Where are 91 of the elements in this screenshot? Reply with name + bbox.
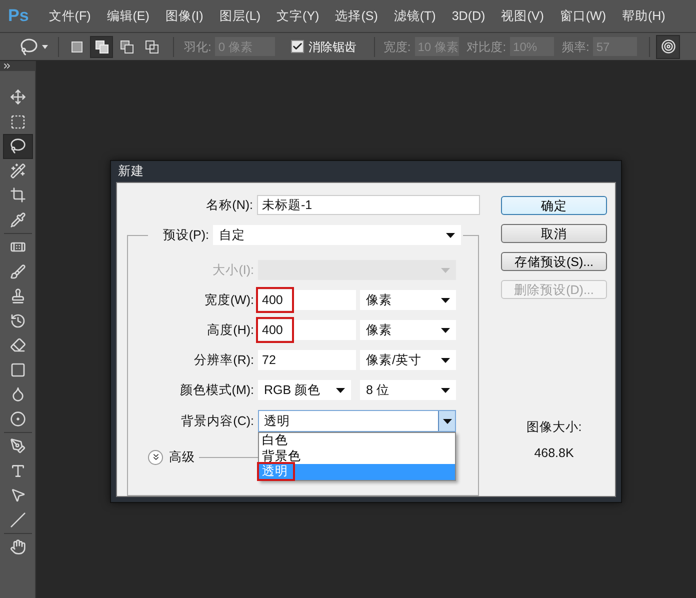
- checkbox[interactable]: [291, 40, 304, 53]
- field-label: 预设(P):: [162, 226, 210, 244]
- menu-item[interactable]: 3D(D): [452, 6, 486, 26]
- type-icon: [10, 462, 26, 479]
- unit-select[interactable]: 像素: [360, 290, 456, 310]
- image-size-label: 图像大小:: [526, 418, 582, 436]
- dropdown-option[interactable]: 背景色: [259, 448, 455, 464]
- dropdown-arrow-icon: [441, 298, 450, 302]
- eyedropper-icon: [10, 212, 26, 228]
- chevrons-icon: [150, 452, 160, 462]
- checkbox-label: 消除锯齿: [308, 38, 356, 56]
- overlap-squares-icon: [94, 40, 108, 54]
- unit-select[interactable]: 像素: [360, 320, 456, 340]
- menu-item[interactable]: 窗口(W): [560, 6, 606, 26]
- field-label: 大小(I):: [212, 262, 255, 279]
- dropdown-arrow-icon: [441, 388, 450, 392]
- overlap-squares-icon: [120, 40, 134, 54]
- caret-icon: [42, 44, 48, 48]
- menu-item[interactable]: 文件(F): [48, 6, 91, 26]
- app-logo: Ps: [8, 5, 29, 28]
- history-icon: [10, 312, 26, 329]
- field-label: 颜色模式(M):: [178, 382, 255, 399]
- tool-button[interactable]: [2, 134, 32, 158]
- dialog-button[interactable]: 取消: [501, 224, 607, 243]
- line-icon: [10, 512, 26, 528]
- menu-item[interactable]: 文字(Y): [276, 6, 320, 26]
- field-label: 频率:: [562, 38, 590, 56]
- move-icon: [10, 89, 26, 106]
- field-label: 宽度:: [383, 38, 411, 56]
- dropdown-arrow-icon: [446, 232, 455, 238]
- crop-icon: [10, 187, 26, 204]
- droplet-icon: [10, 386, 26, 402]
- dialog-button[interactable]: 确定: [501, 196, 607, 215]
- lasso-icon: [20, 38, 38, 56]
- preset-select[interactable]: 自定: [213, 225, 461, 245]
- field-label: 羽化:: [184, 38, 212, 56]
- hand-icon: [10, 539, 26, 556]
- highlight-frame: [257, 462, 295, 481]
- check-icon: [292, 41, 304, 52]
- square-icon: [10, 362, 26, 378]
- menu-item[interactable]: 图像(I): [165, 6, 204, 26]
- lasso-icon: [10, 138, 26, 154]
- number-input[interactable]: 400: [258, 320, 356, 340]
- pen-icon: [10, 438, 26, 454]
- dropdown-arrow-icon: [442, 418, 452, 424]
- number-input[interactable]: 72: [258, 350, 356, 370]
- image-size-value: 468.8K: [534, 445, 574, 462]
- field-label: 背景内容(C):: [180, 412, 255, 430]
- field-label: 宽度(W):: [203, 292, 255, 309]
- field-label: 高度(H):: [206, 322, 255, 339]
- selection-mode-button[interactable]: [90, 36, 113, 58]
- bit-depth-select[interactable]: 8 位: [360, 380, 456, 400]
- target-icon: [660, 39, 676, 54]
- background-select[interactable]: 透明: [258, 410, 456, 432]
- number-input[interactable]: 400: [258, 290, 356, 310]
- field-label: 对比度:: [466, 38, 506, 56]
- menu-item[interactable]: 编辑(E): [106, 6, 150, 26]
- dropdown-arrow-icon: [336, 388, 345, 392]
- overlap-squares-icon: [144, 40, 158, 54]
- menu-item[interactable]: 选择(S): [335, 6, 378, 26]
- color-mode-select[interactable]: RGB 颜色: [258, 380, 351, 400]
- stamp-icon: [10, 288, 26, 304]
- dot-circle-icon: [10, 410, 26, 427]
- menu-item[interactable]: 图层(L): [219, 6, 261, 26]
- menu-item[interactable]: 视图(V): [501, 6, 544, 26]
- dropdown-arrow-icon: [441, 358, 450, 362]
- square-icon: [70, 40, 82, 52]
- dropdown-option[interactable]: 白色: [259, 433, 455, 448]
- wand-icon: [10, 162, 26, 179]
- menu-item[interactable]: 滤镜(T): [394, 6, 436, 26]
- field-label: 分辨率(R):: [193, 352, 255, 369]
- menu-item[interactable]: 帮助(H): [622, 6, 666, 26]
- advanced-toggle[interactable]: [148, 450, 163, 465]
- highlight-frame: [256, 317, 294, 343]
- advanced-label: 高级: [169, 449, 195, 466]
- pointer-icon: [10, 487, 26, 504]
- collapse-panel-icon[interactable]: [2, 61, 12, 71]
- dialog-button[interactable]: 存储预设(S)...: [501, 252, 607, 271]
- name-input[interactable]: 未标题-1: [257, 195, 480, 215]
- dialog-title: 新建: [118, 163, 144, 180]
- pressure-button[interactable]: [656, 34, 680, 58]
- dropdown-arrow-icon: [441, 268, 450, 272]
- tool-preset-button[interactable]: [20, 38, 48, 56]
- field-label: 名称(N):: [205, 196, 254, 214]
- dashed-square-icon: [10, 114, 26, 130]
- unit-select[interactable]: 像素/英寸: [360, 350, 456, 370]
- highlight-frame: [256, 287, 294, 313]
- brush-icon: [10, 264, 26, 280]
- dropdown-arrow-icon: [441, 328, 450, 332]
- eraser-icon: [10, 337, 26, 354]
- dropdown-button[interactable]: [438, 411, 455, 431]
